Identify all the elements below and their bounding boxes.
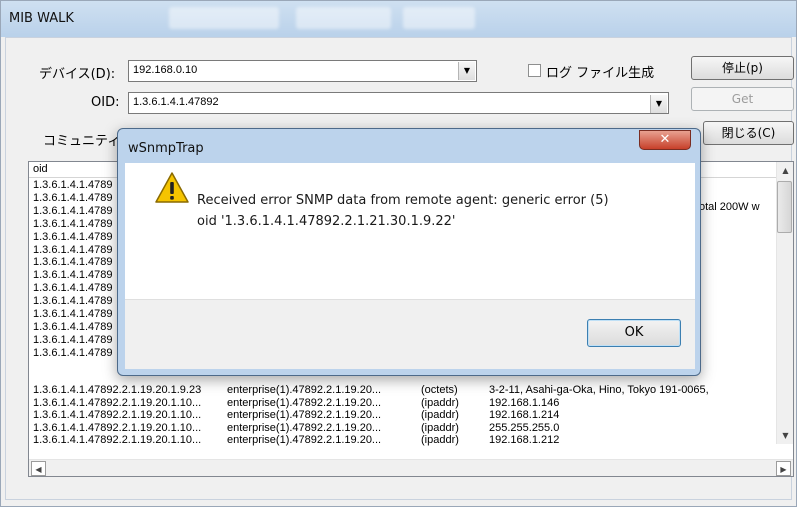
list-item-oid: 1.3.6.1.4.1.4789 [33,308,113,320]
dialog-message: Received error SNMP data from remote age… [197,190,609,232]
scroll-right-icon[interactable]: ▶ [776,461,791,476]
list-item-oid: 1.3.6.1.4.1.4789 [33,191,113,204]
table-cell-oid: 1.3.6.1.4.1.47892.2.1.19.20.1.10... [33,421,202,434]
oid-combobox[interactable]: 1.3.6.1.4.1.47892 ▼ [128,92,669,114]
close-icon[interactable]: ✕ [639,130,691,150]
scroll-down-icon[interactable]: ▼ [778,428,793,443]
list-item-oid: 1.3.6.1.4.1.4789 [33,346,113,359]
table-cell-type: (ipaddr) [421,421,459,434]
scroll-thumb[interactable] [777,181,792,233]
table-cell-type: (octets) [421,384,458,396]
column-header-oid[interactable]: oid [33,163,48,175]
table-cell-name: enterprise(1).47892.2.1.19.20... [227,409,382,422]
list-item-oid: 1.3.6.1.4.1.4789 [33,204,113,217]
table-cell-value: 192.168.1.214 [489,409,560,422]
dialog-title: wSnmpTrap [128,141,204,156]
log-file-checkbox[interactable] [528,64,541,77]
warning-icon [155,172,189,203]
ok-button[interactable]: OK [587,319,681,347]
title-bar[interactable]: MIB WALK [1,1,796,37]
blurred-taskbar-tab [296,7,391,29]
list-item-oid: 1.3.6.1.4.1.4789 [33,320,113,333]
table-cell-name: enterprise(1).47892.2.1.19.20... [227,421,382,434]
table-cell-type: (ipaddr) [421,409,459,422]
device-label: デバイス(D): [39,67,116,82]
list-item-oid: 1.3.6.1.4.1.4789 [33,217,113,230]
chevron-down-icon[interactable]: ▼ [458,62,475,80]
window-title: MIB WALK [9,11,74,26]
blurred-taskbar-tab [169,7,279,29]
list-item-oid: 1.3.6.1.4.1.4789 [33,282,113,295]
table-cell-name: enterprise(1).47892.2.1.19.20... [227,384,382,396]
oid-label: OID: [91,95,120,110]
close-button[interactable]: 閉じる(C) [703,121,794,145]
list-item-oid: 1.3.6.1.4.1.4789 [33,333,113,346]
vertical-scrollbar[interactable]: ▲ ▼ [776,162,793,444]
list-item-oid: 1.3.6.1.4.1.4789 [33,269,113,282]
chevron-down-icon[interactable]: ▼ [650,95,667,113]
get-button[interactable]: Get [691,87,794,111]
list-item-oid: 1.3.6.1.4.1.4789 [33,230,113,243]
device-combobox[interactable]: 192.168.0.10 ▼ [128,60,477,82]
table-cell-value: 192.168.1.212 [489,434,560,447]
log-file-label: ログ ファイル生成 [546,66,655,81]
table-cell-name: enterprise(1).47892.2.1.19.20... [227,396,382,409]
table-cell-oid: 1.3.6.1.4.1.47892.2.1.19.20.1.10... [33,396,202,409]
table-cell-type: (ipaddr) [421,434,459,447]
scroll-left-icon[interactable]: ◀ [31,461,46,476]
table-cell-value: 192.168.1.146 [489,396,560,409]
error-dialog: wSnmpTrap ✕ Received error SNMP data fro… [117,128,701,376]
community-label: コミュニティ [43,134,121,149]
device-value: 192.168.0.10 [133,64,198,76]
list-item-oid: 1.3.6.1.4.1.4789 [33,179,113,191]
oid-value: 1.3.6.1.4.1.47892 [133,96,219,108]
list-item-oid: 1.3.6.1.4.1.4789 [33,256,113,269]
list-item-oid: 1.3.6.1.4.1.4789 [33,295,113,308]
scroll-up-icon[interactable]: ▲ [778,163,793,178]
table-cell-oid: 1.3.6.1.4.1.47892.2.1.19.20.1.10... [33,434,202,447]
horizontal-scrollbar[interactable]: ◀ ▶ [29,459,793,476]
dialog-message-line1: Received error SNMP data from remote age… [197,193,609,208]
list-item-oid: 1.3.6.1.4.1.4789 [33,243,113,256]
stop-button[interactable]: 停止(p) [691,56,794,80]
table-cell-type: (ipaddr) [421,396,459,409]
partial-cell-text: otal 200W w [699,201,760,213]
blurred-taskbar-tab [403,7,475,29]
table-cell-value: 3-2-11, Asahi-ga-Oka, Hino, Tokyo 191-00… [489,384,709,396]
table-cell-value: 255.255.255.0 [489,421,560,434]
table-cell-oid: 1.3.6.1.4.1.47892.2.1.19.20.1.10... [33,409,202,422]
dialog-message-line2: oid '1.3.6.1.4.1.47892.2.1.21.30.1.9.22' [197,214,456,229]
table-cell-name: enterprise(1).47892.2.1.19.20... [227,434,382,447]
table-cell-oid: 1.3.6.1.4.1.47892.2.1.19.20.1.9.23 [33,384,202,396]
